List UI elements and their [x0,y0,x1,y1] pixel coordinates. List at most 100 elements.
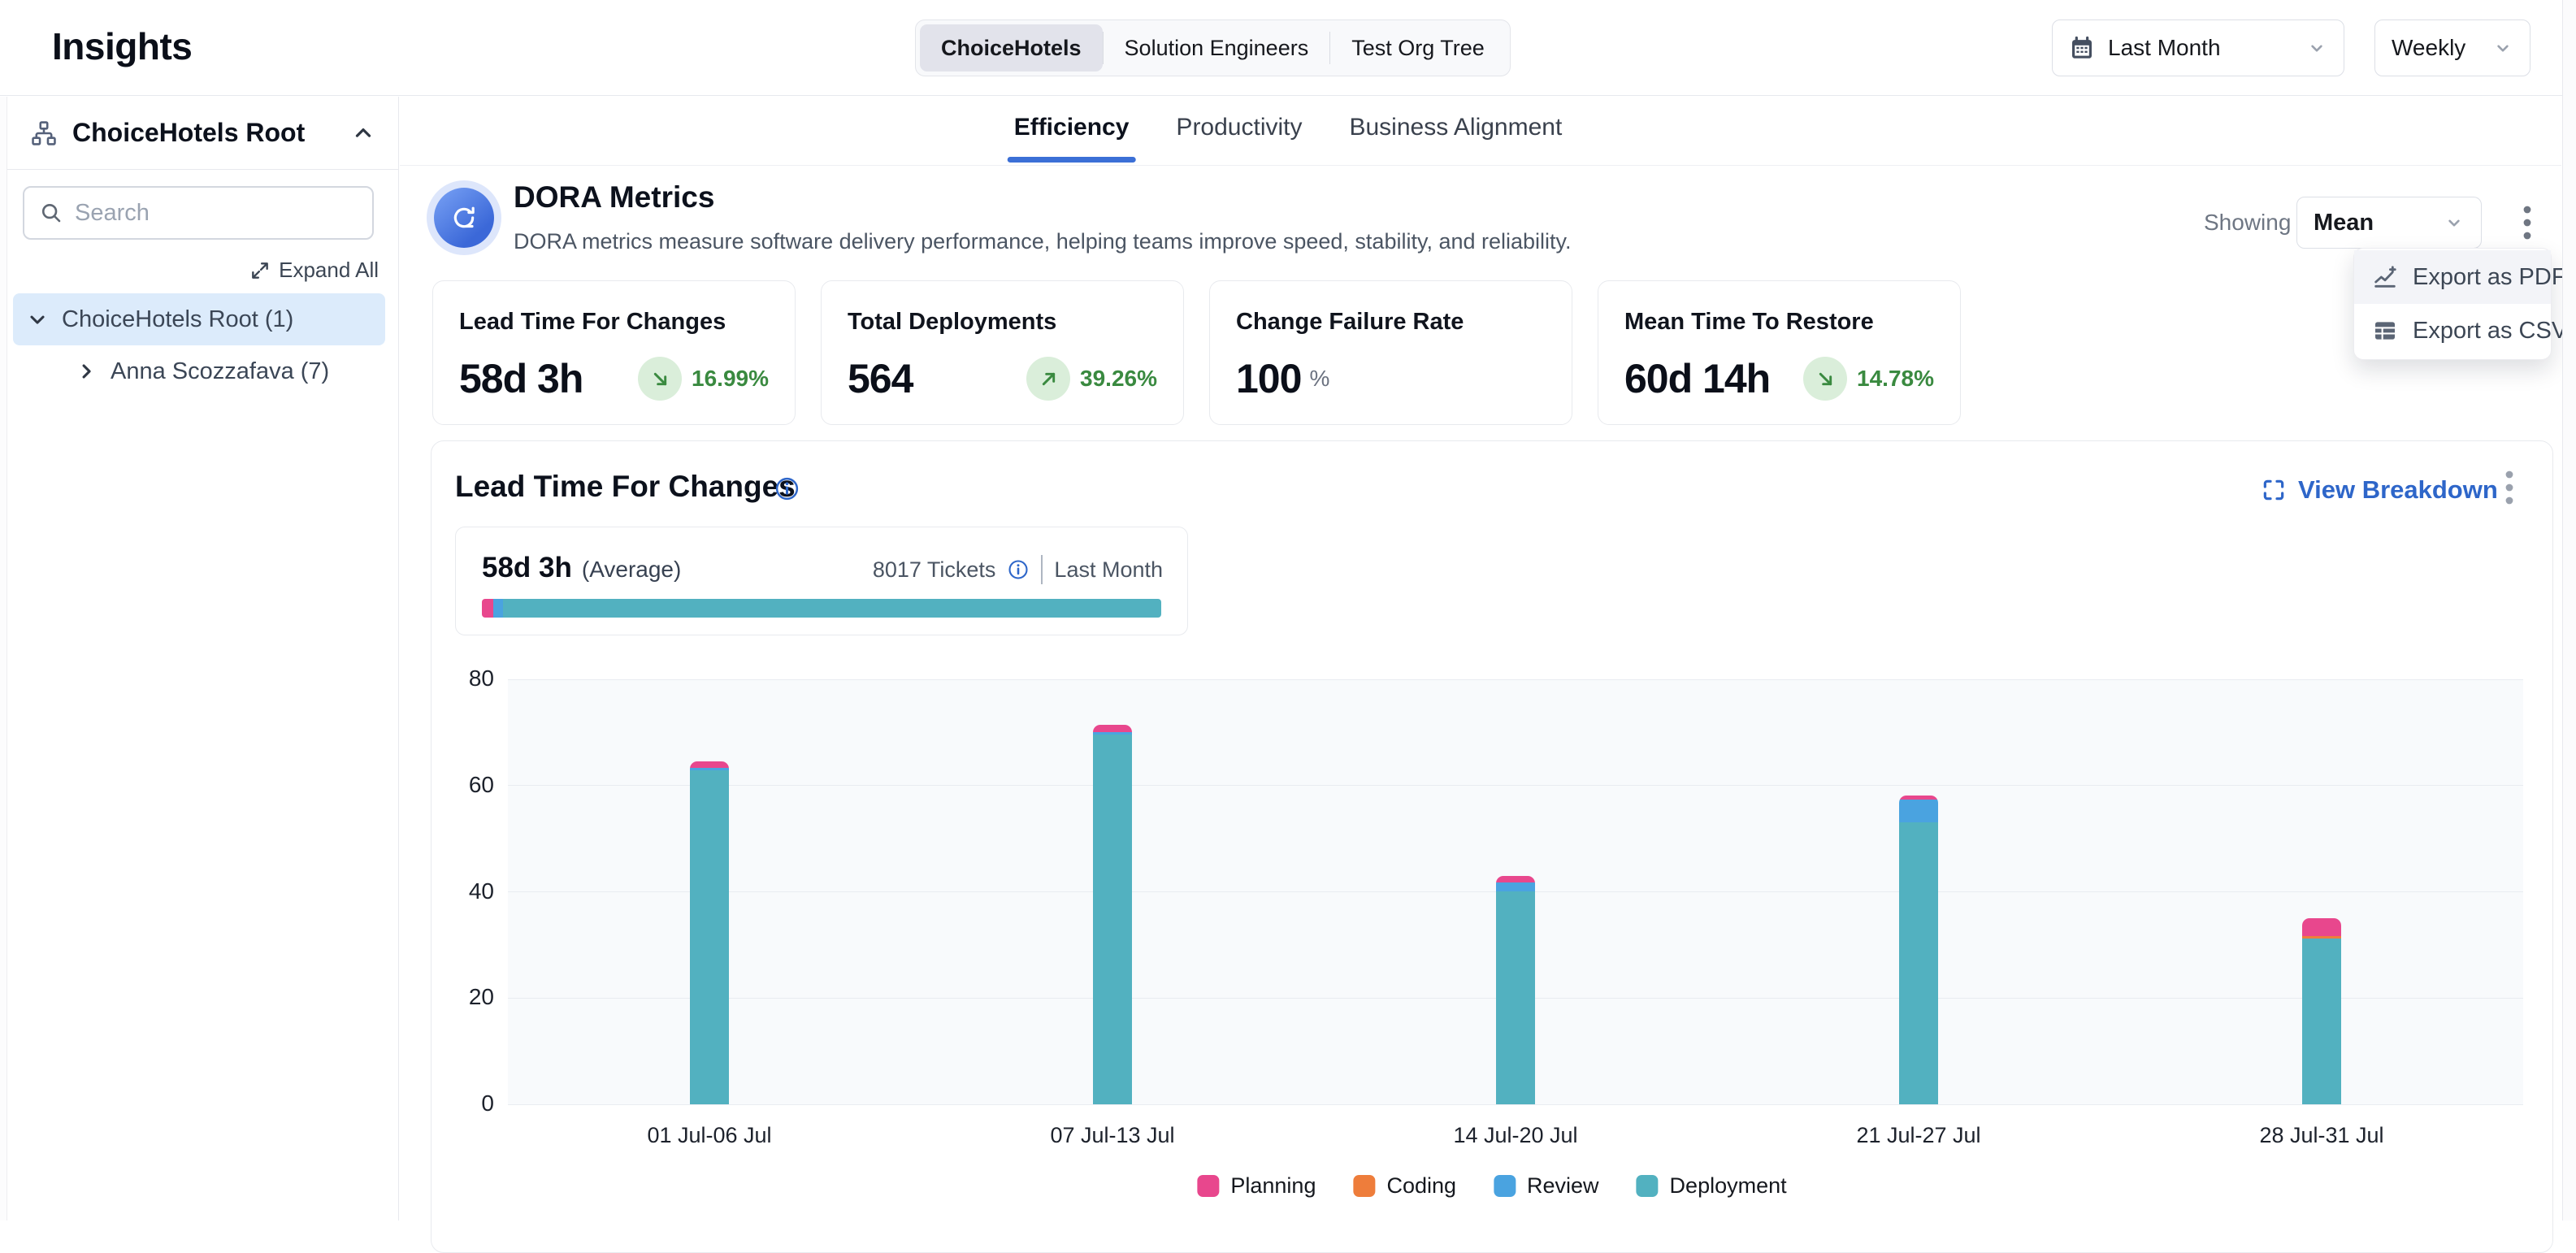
granularity-select[interactable]: Weekly [2374,20,2530,76]
metric-card-value: 564 [848,355,913,402]
y-tick-label: 40 [423,878,494,904]
y-tick-label: 60 [423,772,494,798]
tabs-divider [400,165,2561,166]
legend-item-deployment: Deployment [1637,1173,1787,1199]
expand-arrows-icon [249,260,271,281]
gridline [508,679,2523,680]
x-tick-label: 07 Jul-13 Jul [1050,1123,1174,1148]
search-input[interactable] [75,200,358,227]
showing-select[interactable]: Mean [2296,197,2482,249]
metric-card-value: 60d 14h [1624,355,1770,402]
x-tick-label: 01 Jul-06 Jul [647,1123,771,1148]
bar-segment-deployment [690,770,729,1104]
legend-swatch-coding [1353,1175,1375,1197]
metric-card-title: Change Failure Rate [1236,309,1546,336]
tab-productivity[interactable]: Productivity [1176,114,1302,163]
x-tick-label: 14 Jul-20 Jul [1453,1123,1577,1148]
metric-card-change-failure-rate: Change Failure Rate100% [1209,280,1572,425]
chevron-down-icon [2306,37,2327,59]
expand-all-label: Expand All [279,258,379,283]
info-icon[interactable] [774,475,800,502]
gridline [508,785,2523,786]
y-tick-label: 0 [423,1090,494,1116]
metric-card-value: 58d 3h [459,355,583,402]
bar-28-jul-31-jul[interactable] [2302,918,2341,1104]
lead-time-summary-card: 58d 3h (Average) 8017 Tickets Last Month [455,527,1188,635]
date-range-value: Last Month [2108,35,2221,61]
menu-item-export-as-csv[interactable]: Export as CSV [2354,304,2551,358]
trend-badge: 16.99% [638,357,769,401]
org-tab-solution-engineers[interactable]: Solution Engineers [1104,24,1330,72]
bar-segment-deployment [1496,891,1535,1104]
bar-segment-review [1496,882,1535,892]
org-tab-group: ChoiceHotelsSolution EngineersTest Org T… [915,20,1511,76]
org-tab-test-org-tree[interactable]: Test Org Tree [1330,24,1506,72]
legend-swatch-deployment [1637,1175,1659,1197]
menu-item-export-as-pdf[interactable]: Export as PDF [2354,250,2551,304]
trend-delta: 14.78% [1857,366,1934,392]
metric-card-mean-time-to-restore: Mean Time To Restore 60d 14h 14.78% [1598,280,1961,425]
granularity-value: Weekly [2392,35,2465,61]
metric-card-lead-time-for-changes: Lead Time For Changes 58d 3h 16.99% [432,280,796,425]
chevron-down-icon [2492,37,2513,59]
legend-label: Review [1527,1173,1599,1199]
org-tab-choicehotels[interactable]: ChoiceHotels [920,24,1103,72]
bar-segment-planning [2302,918,2341,937]
y-tick-label: 20 [423,984,494,1010]
progress-segment-planning [482,599,493,618]
calendar-icon [2069,35,2095,61]
menu-item-label: Export as PDF [2413,264,2566,291]
tree-item-choicehotels-root-1[interactable]: ChoiceHotels Root (1) [13,293,385,345]
section-kebab-menu-button[interactable] [2491,465,2527,510]
gridline [508,1104,2523,1105]
metric-card-title: Lead Time For Changes [459,309,769,336]
export-menu: Export as PDFExport as CSV [2353,248,2552,360]
trend-up-icon [1026,357,1070,401]
summary-tickets: 8017 Tickets [873,557,996,583]
expand-all-button[interactable]: Expand All [249,258,379,283]
view-breakdown-label: View Breakdown [2298,475,2498,505]
legend-item-planning: Planning [1197,1173,1316,1199]
bar-14-jul-20-jul[interactable] [1496,876,1535,1104]
chart-legend: PlanningCodingReviewDeployment [1197,1173,1786,1199]
metric-card-total-deployments: Total Deployments56439.26% [821,280,1184,425]
date-range-select[interactable]: Last Month [2052,20,2344,76]
bar-segment-planning [1496,876,1535,882]
dora-kebab-menu-button[interactable] [2509,200,2545,245]
vertical-scrollbar[interactable] [2562,0,2576,1220]
menu-item-label: Export as CSV [2413,318,2567,345]
bar-01-jul-06-jul[interactable] [690,761,729,1104]
tree-item-anna-scozzafava-7[interactable]: Anna Scozzafava (7) [13,345,385,397]
sidebar-header: ChoiceHotels Root [7,97,398,170]
chevron-down-icon [2444,212,2465,233]
org-tree: ChoiceHotels Root (1) Anna Scozzafava (7) [13,293,385,397]
sidebar-title: ChoiceHotels Root [72,118,305,148]
collapse-panel-button[interactable] [351,121,375,145]
sidebar-scrollbar[interactable] [0,97,7,1220]
tab-efficiency[interactable]: Efficiency [1014,114,1130,163]
view-breakdown-button[interactable]: View Breakdown [2261,475,2498,505]
chevron-right-icon[interactable] [75,360,98,383]
tab-business-alignment[interactable]: Business Alignment [1349,114,1562,163]
bar-segment-review [1899,800,1938,823]
bar-07-jul-13-jul[interactable] [1093,725,1132,1104]
summary-qualifier: (Average) [582,557,681,583]
x-tick-label: 21 Jul-27 Jul [1856,1123,1980,1148]
bar-21-jul-27-jul[interactable] [1899,796,1938,1104]
bar-segment-planning [690,761,729,768]
bar-segment-deployment [2302,939,2341,1104]
y-tick-label: 80 [423,666,494,692]
page-title: Insights [52,24,192,68]
chevron-down-icon[interactable] [26,308,49,331]
legend-item-review: Review [1494,1173,1599,1199]
sidebar: ChoiceHotels Root Expand All ChoiceHotel… [0,97,399,1220]
trend-delta: 39.26% [1080,366,1157,392]
top-bar: Insights ChoiceHotelsSolution EngineersT… [0,0,2576,96]
metric-card-title: Mean Time To Restore [1624,309,1934,336]
table-icon [2372,318,2398,344]
tree-item-label: ChoiceHotels Root (1) [62,306,293,333]
info-icon[interactable] [1007,558,1030,581]
main-tabs: Efficiency Productivity Business Alignment [1014,114,1563,163]
trend-down-icon [638,357,682,401]
org-tree-icon [30,119,58,147]
